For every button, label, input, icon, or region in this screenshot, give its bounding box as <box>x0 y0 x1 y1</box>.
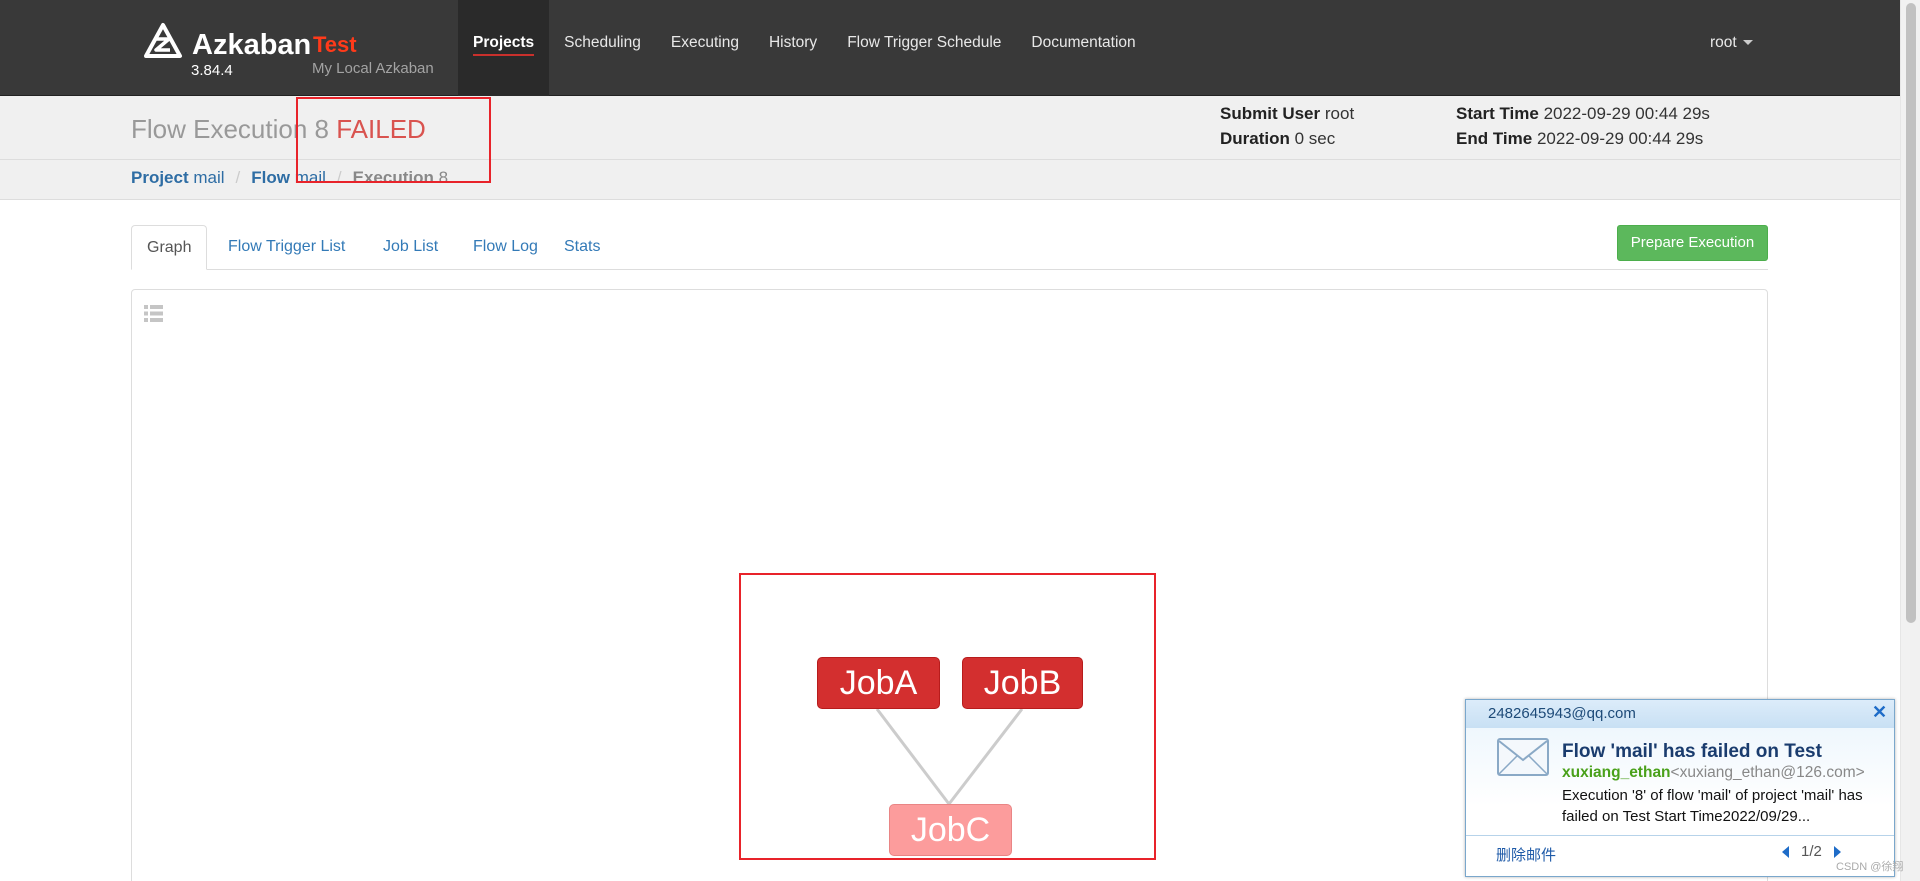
duration: Duration 0 sec <box>1220 129 1336 148</box>
nav-executing[interactable]: Executing <box>656 0 754 96</box>
prev-icon[interactable] <box>1782 846 1789 859</box>
nav-flow-trigger-schedule[interactable]: Flow Trigger Schedule <box>832 0 1016 96</box>
mail-account: 2482645943@qq.com <box>1488 705 1636 722</box>
prepare-execution-button[interactable]: Prepare Execution <box>1617 225 1768 261</box>
user-name: root <box>1710 34 1737 51</box>
brand-version: 3.84.4 <box>191 62 233 79</box>
mail-notification-header: 2482645943@qq.com ✕ <box>1466 700 1894 728</box>
mail-page-count: 1/2 <box>1801 843 1822 860</box>
tab-stats[interactable]: Stats <box>549 225 615 270</box>
submit-user: Submit User root <box>1220 104 1355 123</box>
close-icon[interactable]: ✕ <box>1872 702 1887 723</box>
list-toggle-icon[interactable] <box>144 305 163 322</box>
nav-projects[interactable]: Projects <box>458 0 550 96</box>
end-time: End Time 2022-09-29 00:44 29s <box>1456 129 1704 148</box>
user-menu[interactable]: root <box>1710 34 1753 52</box>
mail-sender-address: <xuxiang_ethan@126.com> <box>1670 764 1865 781</box>
breadcrumb-bar: Project mail / Flow mail / Execution 8 <box>0 160 1900 200</box>
mail-sender-name: xuxiang_ethan <box>1562 764 1671 781</box>
delete-mail-link[interactable]: 删除邮件 <box>1496 844 1556 865</box>
brand-name: Azkaban <box>192 29 312 61</box>
scrollbar-thumb[interactable] <box>1906 3 1916 623</box>
tab-flow-log[interactable]: Flow Log <box>458 225 553 270</box>
nav-documentation[interactable]: Documentation <box>1016 0 1150 96</box>
caret-down-icon <box>1742 40 1753 46</box>
tab-flow-trigger-list[interactable]: Flow Trigger List <box>213 225 360 270</box>
nav-history[interactable]: History <box>754 0 832 96</box>
mail-divider <box>1466 835 1894 836</box>
page-scrollbar[interactable] <box>1900 0 1920 881</box>
envelope-icon <box>1497 738 1549 776</box>
mail-preview: Execution '8' of flow 'mail' of project … <box>1562 787 1863 825</box>
brand-subtitle: My Local Azkaban <box>312 60 434 77</box>
next-icon[interactable] <box>1833 846 1841 859</box>
nav-scheduling[interactable]: Scheduling <box>549 0 656 96</box>
execution-tabs: Graph Flow Trigger List Job List Flow Lo… <box>131 225 1768 270</box>
main-nav: Projects Scheduling Executing History Fl… <box>458 0 1151 96</box>
status-highlight-box <box>296 97 491 183</box>
flow-header: Flow Execution 8 FAILED Submit User root… <box>0 96 1900 160</box>
watermark: CSDN @徐翔 <box>1836 861 1904 873</box>
azkaban-logo-icon <box>144 23 182 58</box>
mail-from: xuxiang_ethan<xuxiang_ethan@126.com> <box>1562 764 1865 782</box>
breadcrumb-separator: / <box>235 168 241 187</box>
graph-highlight-box <box>739 573 1156 860</box>
mail-notification[interactable]: 2482645943@qq.com ✕ Flow 'mail' has fail… <box>1465 699 1895 877</box>
start-time: Start Time 2022-09-29 00:44 29s <box>1456 104 1710 123</box>
tab-job-list[interactable]: Job List <box>368 225 453 270</box>
breadcrumb-project[interactable]: Project mail <box>131 168 225 187</box>
mail-subject[interactable]: Flow 'mail' has failed on Test <box>1562 741 1822 763</box>
mail-pager: 1/2 <box>1782 843 1841 860</box>
brand-environment: Test <box>313 32 357 57</box>
tab-graph[interactable]: Graph <box>131 225 208 270</box>
top-navbar: Azkaban 3.84.4 Test My Local Azkaban Pro… <box>0 0 1900 96</box>
